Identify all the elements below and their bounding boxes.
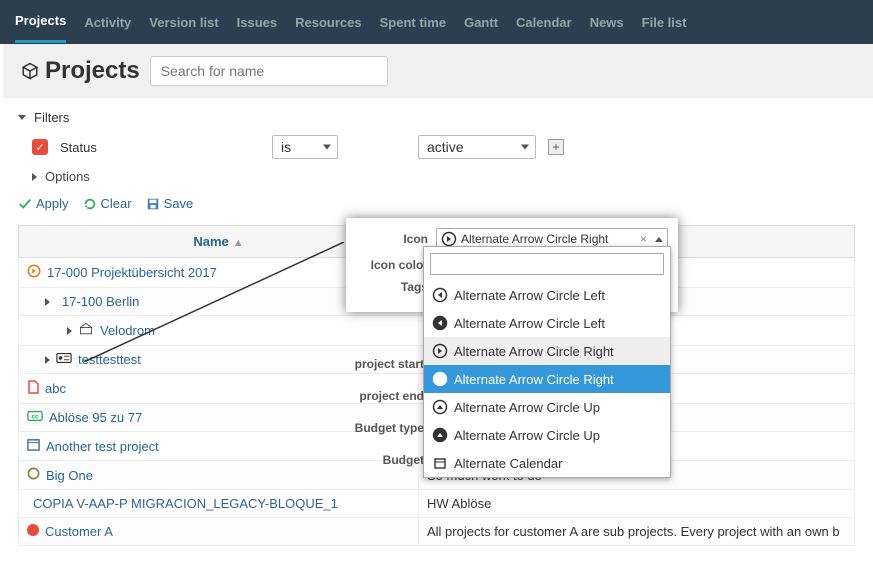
- arrow-circle-right-icon: [441, 231, 457, 247]
- caret-up-icon[interactable]: [655, 237, 663, 242]
- check-icon: [18, 197, 32, 211]
- status-label: Status: [60, 140, 260, 155]
- dropdown-option[interactable]: Alternate Calendar: [424, 449, 670, 477]
- project-link[interactable]: Big One: [46, 468, 93, 483]
- save-button[interactable]: Save: [146, 196, 194, 211]
- project-link[interactable]: 17-000 Projektübersicht 2017: [47, 265, 217, 280]
- nav-calendar[interactable]: Calendar: [516, 3, 572, 42]
- nav-file-list[interactable]: File list: [642, 3, 687, 42]
- table-row: COPIA V-AAP-P MIGRACION_LEGACY-BLOQUE_1 H…: [19, 490, 855, 518]
- clear-button[interactable]: Clear: [83, 196, 132, 211]
- filters-header[interactable]: Filters: [18, 110, 855, 125]
- icon-color-label: Icon color: [356, 258, 428, 272]
- options-label: Options: [45, 169, 90, 184]
- nav-gantt[interactable]: Gantt: [464, 3, 498, 42]
- query-actions: Apply Clear Save: [18, 196, 855, 211]
- table-row: Customer A All projects for customer A ar…: [19, 518, 855, 546]
- row-icon: [78, 322, 94, 339]
- icon-field-label: Icon: [356, 232, 428, 246]
- search-input[interactable]: [150, 56, 388, 86]
- row-icon: [27, 524, 39, 539]
- project-link[interactable]: Customer A: [45, 524, 113, 539]
- page-title: Projects: [21, 57, 140, 85]
- expander-icon[interactable]: [45, 356, 50, 364]
- row-icon: [27, 438, 40, 454]
- project-link[interactable]: Velodrom: [100, 323, 155, 338]
- row-icon: cc: [27, 410, 43, 425]
- chevron-right-icon: [32, 173, 37, 181]
- row-icon: [27, 264, 41, 281]
- svg-text:cc: cc: [32, 414, 39, 421]
- sort-asc-icon: ▲: [233, 237, 244, 249]
- status-checkbox[interactable]: ✓: [32, 139, 48, 155]
- project-link[interactable]: abc: [45, 381, 66, 396]
- dropdown-option[interactable]: Alternate Arrow Circle Right: [424, 365, 670, 393]
- options-header[interactable]: Options: [32, 169, 855, 184]
- nav-spent-time[interactable]: Spent time: [380, 3, 446, 42]
- icon-dropdown: Alternate Arrow Circle LeftAlternate Arr…: [423, 246, 671, 478]
- tags-label: Tags: [356, 280, 428, 294]
- project-link[interactable]: Another test project: [46, 439, 159, 454]
- dropdown-option[interactable]: Alternate Arrow Circle Left: [424, 309, 670, 337]
- expander-icon[interactable]: [45, 298, 50, 306]
- reload-icon: [83, 197, 97, 211]
- cube-icon: [21, 62, 39, 80]
- disk-icon: [146, 197, 160, 211]
- nav-news[interactable]: News: [590, 3, 624, 42]
- project-link[interactable]: 17-100 Berlin: [62, 294, 139, 309]
- chevron-down-icon: [18, 115, 26, 120]
- project-link[interactable]: testtesttest: [78, 352, 141, 367]
- dropdown-search-input[interactable]: [430, 253, 664, 275]
- filters-label: Filters: [34, 110, 69, 125]
- nav-resources[interactable]: Resources: [295, 3, 361, 42]
- row-description: All projects for customer A are sub proj…: [419, 518, 855, 546]
- filter-status-row: ✓ Status is active +: [32, 135, 855, 159]
- page-header: Projects: [0, 44, 873, 98]
- nav-activity[interactable]: Activity: [84, 3, 131, 42]
- nav-issues[interactable]: Issues: [237, 3, 277, 42]
- filter-value-select[interactable]: active: [418, 135, 536, 159]
- dropdown-option[interactable]: Alternate Arrow Circle Up: [424, 393, 670, 421]
- expander-icon[interactable]: [67, 327, 72, 335]
- nav-version-list[interactable]: Version list: [149, 3, 218, 42]
- filter-operator-select[interactable]: is: [272, 135, 338, 159]
- dropdown-list[interactable]: Alternate Arrow Circle LeftAlternate Arr…: [424, 281, 670, 477]
- row-description: HW Ablöse: [419, 490, 855, 518]
- top-nav: Projects Activity Version list Issues Re…: [0, 0, 873, 44]
- row-icon: [27, 467, 40, 483]
- dropdown-option[interactable]: Alternate Arrow Circle Left: [424, 281, 670, 309]
- clear-icon[interactable]: ×: [636, 232, 651, 246]
- row-icon: [56, 352, 72, 367]
- apply-button[interactable]: Apply: [18, 196, 69, 211]
- nav-projects[interactable]: Projects: [15, 1, 66, 43]
- dropdown-option[interactable]: Alternate Arrow Circle Up: [424, 421, 670, 449]
- project-link[interactable]: Ablöse 95 zu 77: [49, 410, 142, 425]
- dropdown-option[interactable]: Alternate Arrow Circle Right: [424, 337, 670, 365]
- panel-side-labels: project start project end Budget type Bu…: [348, 357, 424, 485]
- row-icon: [27, 380, 39, 397]
- project-link[interactable]: COPIA V-AAP-P MIGRACION_LEGACY-BLOQUE_1: [33, 496, 338, 511]
- icon-select-value: Alternate Arrow Circle Right: [461, 232, 608, 246]
- add-filter-button[interactable]: +: [548, 139, 564, 155]
